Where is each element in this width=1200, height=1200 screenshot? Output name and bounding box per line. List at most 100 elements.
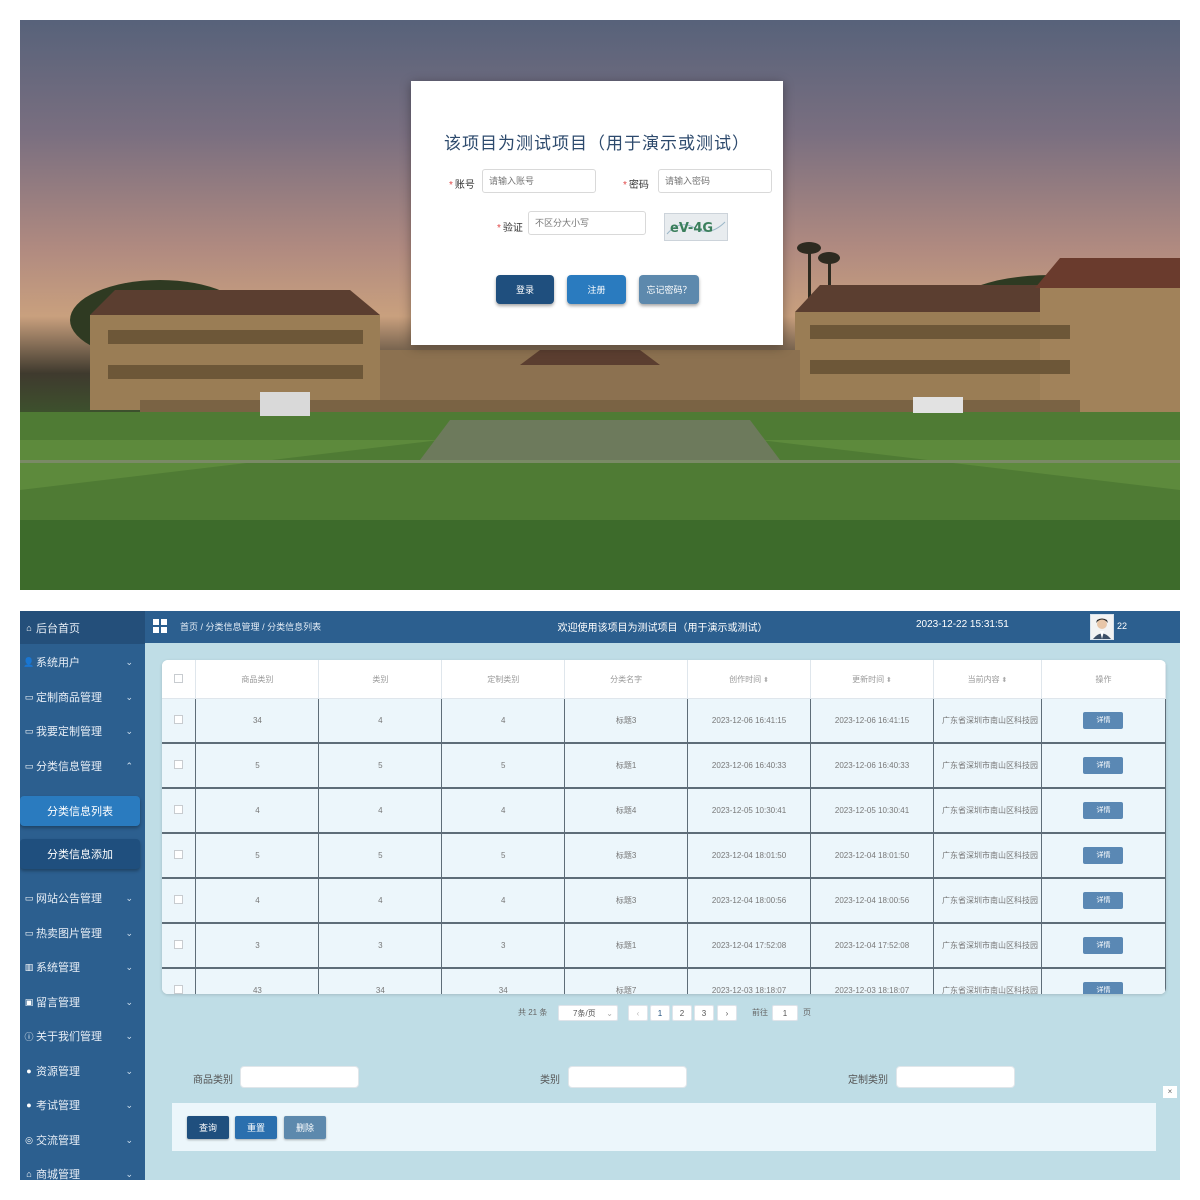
table-cell: 2023-12-04 18:00:56 (810, 878, 934, 924)
table-cell: 标题7 (564, 968, 689, 994)
column-header-label: 操作 (1095, 674, 1112, 684)
search-input-custom-category[interactable] (896, 1066, 1015, 1088)
goto-page-input[interactable]: 1 (772, 1005, 798, 1021)
page-button-3[interactable]: 3 (694, 1005, 714, 1021)
delete-button[interactable]: 删除 (284, 1116, 326, 1139)
detail-button[interactable]: 详情 (1083, 982, 1124, 994)
next-page-button[interactable]: › (717, 1005, 737, 1021)
column-header-label: 定制类别 (487, 674, 520, 684)
chevron-down-icon: ⌄ (125, 1065, 133, 1076)
chat-icon: ◎ (25, 1134, 33, 1145)
chevron-down-icon: ⌄ (125, 996, 133, 1007)
sidebar-item-12[interactable]: ⌂ 商城管理 ⌄ (20, 1157, 145, 1181)
detail-button[interactable]: 详情 (1083, 802, 1124, 819)
login-title: 该项目为测试项目（用于演示或测试） (444, 134, 750, 154)
sort-icon[interactable]: ⬍ (761, 677, 769, 684)
sidebar-item-label: 热卖图片管理 (36, 928, 102, 940)
folder-icon: ▭ (24, 892, 34, 903)
detail-button[interactable]: 详情 (1083, 892, 1124, 909)
sidebar-item-0[interactable]: 👤 系统用户 ⌄ (20, 645, 145, 679)
select-all-checkbox[interactable] (174, 673, 184, 683)
row-checkbox[interactable] (174, 940, 184, 949)
table-cell: 5 (318, 833, 443, 879)
row-checkbox[interactable] (174, 895, 184, 904)
sidebar-item-5[interactable]: ▭ 热卖图片管理 ⌄ (20, 916, 145, 950)
top-bar: 首页 / 分类信息管理 / 分类信息列表 欢迎使用该项目为测试项目（用于演示或测… (145, 611, 1180, 643)
row-checkbox[interactable] (174, 760, 184, 769)
detail-button[interactable]: 详情 (1083, 847, 1124, 864)
table-cell: 广东省深圳市南山区科技园 (933, 968, 1042, 994)
captcha-input[interactable] (528, 211, 646, 235)
data-table: 商品类别 类别 定制类别 分类名字 创作时间 ⬍ 更新时间 ⬍ 当前内容 ⬍ 操作 34 4 4 标… (162, 660, 1166, 994)
search-input-product-category[interactable] (240, 1066, 359, 1088)
row-checkbox[interactable] (174, 850, 184, 859)
goto-label: 前往 (752, 1008, 768, 1017)
table-cell: 4 (318, 698, 443, 744)
sidebar-item-7[interactable]: ▣ 留言管理 ⌄ (20, 985, 145, 1019)
sort-icon[interactable]: ⬍ (884, 677, 892, 684)
page-size-select[interactable]: 7条/页 ⌄ (558, 1005, 618, 1021)
query-button[interactable]: 查询 (187, 1116, 229, 1139)
account-input[interactable] (482, 169, 596, 193)
sidebar: ⌂ 后台首页 👤 系统用户 ⌄ ▭ 定制商品管理 ⌄ ▭ 我要定制管理 ⌄ ▭ 分类信息管理 ⌃ ▭ 网站… (20, 611, 145, 1180)
search-input-category[interactable] (568, 1066, 687, 1088)
sidebar-item-4[interactable]: ▭ 网站公告管理 ⌄ (20, 881, 145, 915)
detail-button[interactable]: 详情 (1083, 937, 1124, 954)
row-select-cell (162, 923, 197, 969)
submenu-category-add[interactable]: 分类信息添加 (20, 839, 140, 869)
sidebar-item-2[interactable]: ▭ 我要定制管理 ⌄ (20, 714, 145, 748)
account-label: * 账号 (449, 180, 475, 191)
sidebar-item-9[interactable]: ● 资源管理 ⌄ (20, 1054, 145, 1088)
column-header-6[interactable]: 当前内容 ⬍ (933, 660, 1042, 699)
table-cell: 2023-12-03 18:18:07 (810, 968, 934, 994)
row-checkbox[interactable] (174, 715, 184, 724)
column-header-5[interactable]: 更新时间 ⬍ (810, 660, 934, 699)
login-button[interactable]: 登录 (496, 275, 554, 304)
row-select-cell (162, 833, 197, 879)
sidebar-item-11[interactable]: ◎ 交流管理 ⌄ (20, 1123, 145, 1157)
welcome-text: 欢迎使用该项目为测试项目（用于演示或测试） (557, 623, 768, 634)
password-input[interactable] (658, 169, 772, 193)
sidebar-item-home[interactable]: ⌂ 后台首页 (20, 611, 145, 644)
table-cell: 34 (441, 968, 566, 994)
page-button-2[interactable]: 2 (672, 1005, 692, 1021)
sidebar-item-10[interactable]: ● 考试管理 ⌄ (20, 1088, 145, 1122)
sidebar-item-6[interactable]: ▥ 系统管理 ⌄ (20, 950, 145, 984)
column-header-4[interactable]: 创作时间 ⬍ (687, 660, 812, 699)
table-cell: 5 (195, 743, 320, 789)
captcha-graphic: eV-4G (666, 221, 726, 236)
prev-page-button[interactable]: ‹ (628, 1005, 648, 1021)
table-cell: 34 (195, 698, 320, 744)
sort-icon[interactable]: ⬍ (1000, 677, 1008, 684)
search-label-category: 类别 (540, 1075, 560, 1086)
sidebar-item-1[interactable]: ▭ 定制商品管理 ⌄ (20, 680, 145, 714)
table-cell: 2023-12-04 17:52:08 (687, 923, 812, 969)
captcha-image[interactable]: eV-4G (664, 213, 728, 241)
goto-unit: 页 (803, 1008, 811, 1017)
sidebar-item-3[interactable]: ▭ 分类信息管理 ⌃ (20, 749, 145, 783)
detail-button[interactable]: 详情 (1083, 712, 1124, 729)
login-card: 该项目为测试项目（用于演示或测试） *账号 *密码 *验证 eV-4G 登录 注… (411, 81, 783, 345)
row-checkbox[interactable] (174, 985, 184, 994)
column-header-7: 操作 (1041, 660, 1166, 699)
row-select-cell (162, 698, 197, 744)
detail-button[interactable]: 详情 (1083, 757, 1124, 774)
sidebar-item-label: 考试管理 (36, 1100, 80, 1112)
sidebar-item-8[interactable]: ⓘ 关于我们管理 ⌄ (20, 1019, 145, 1053)
register-button[interactable]: 注册 (567, 275, 626, 304)
submenu-category-list[interactable]: 分类信息列表 (20, 796, 140, 826)
row-checkbox[interactable] (174, 805, 184, 814)
close-icon[interactable]: × (1163, 1086, 1177, 1098)
reset-button[interactable]: 重置 (235, 1116, 277, 1139)
column-header-1: 类别 (318, 660, 443, 699)
cart-icon: ⌂ (26, 1169, 32, 1179)
page-button-1[interactable]: 1 (650, 1005, 670, 1021)
table-cell: 3 (195, 923, 320, 969)
chevron-down-icon: ⌄ (125, 1099, 133, 1110)
avatar[interactable] (1090, 614, 1114, 640)
folder-icon: ▭ (24, 725, 34, 736)
row-action-cell: 详情 (1041, 968, 1166, 994)
table-cell: 2023-12-04 18:01:50 (810, 833, 934, 879)
user-icon: 👤 (23, 656, 35, 667)
forgot-password-button[interactable]: 忘记密码？ (639, 275, 699, 304)
